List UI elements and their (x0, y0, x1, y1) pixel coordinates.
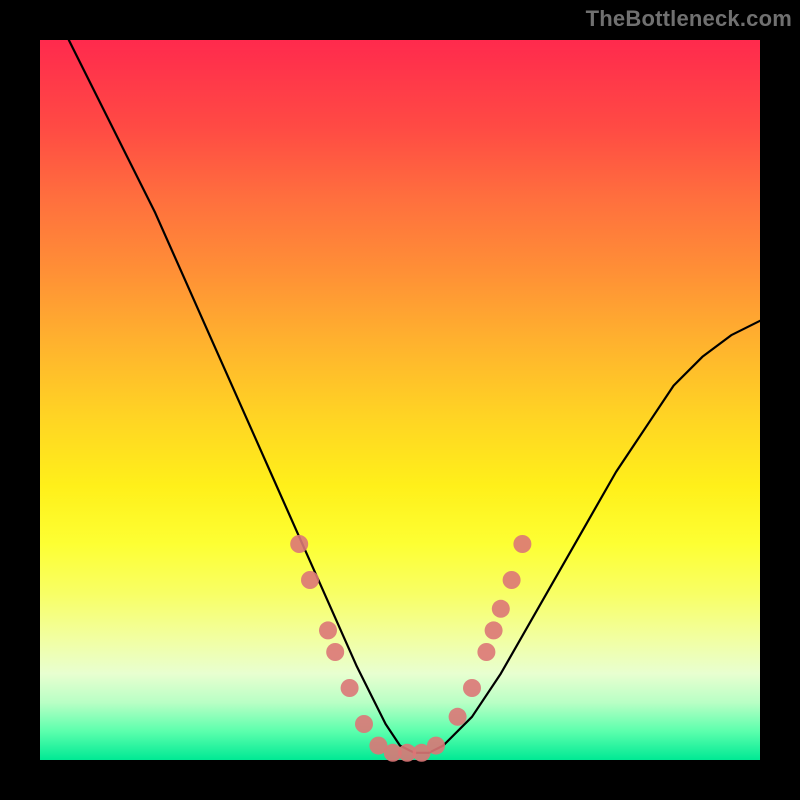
bottleneck-curve-svg (40, 40, 760, 760)
plot-area (40, 40, 760, 760)
curve-line (69, 40, 760, 753)
curve-markers (290, 535, 531, 762)
watermark-text: TheBottleneck.com (586, 6, 792, 32)
chart-frame: TheBottleneck.com (0, 0, 800, 800)
